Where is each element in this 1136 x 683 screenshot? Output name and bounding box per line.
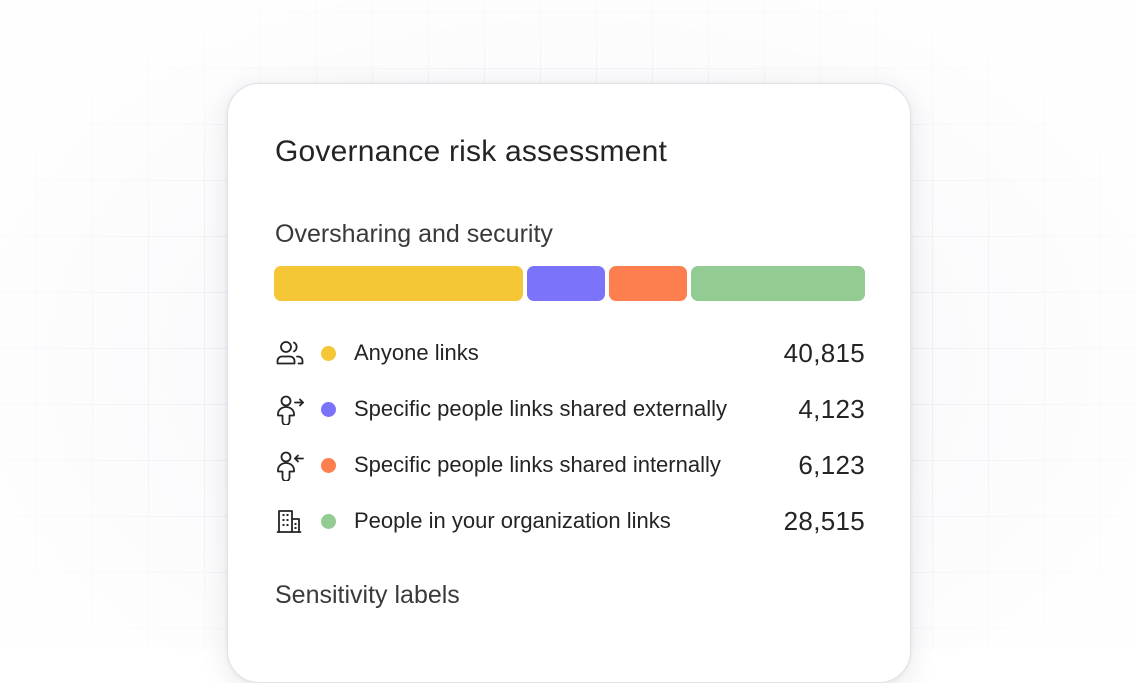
row-label: Specific people links shared internally <box>354 452 721 477</box>
row-value: 28,515 <box>783 505 865 536</box>
sensitivity-section-title: Sensitivity labels <box>275 581 460 609</box>
row-label: Specific people links shared externally <box>354 396 727 421</box>
row-value: 6,123 <box>798 449 865 480</box>
bar-segment-shared-internally[interactable] <box>609 266 687 301</box>
legend-dot <box>321 457 336 473</box>
legend-dot <box>321 345 336 361</box>
person-arrow-left-icon <box>274 449 306 481</box>
card-title: Governance risk assessment <box>275 135 668 168</box>
governance-card: Governance risk assessment Oversharing a… <box>227 83 911 683</box>
people-icon <box>274 337 306 369</box>
list-item-anyone-links[interactable]: Anyone links 40,815 <box>274 325 865 381</box>
bar-segment-shared-externally[interactable] <box>527 266 605 301</box>
legend-dot <box>321 513 336 529</box>
list-item-organization-links[interactable]: People in your organization links 28,515 <box>274 493 865 549</box>
legend-dot <box>321 401 336 417</box>
row-label: People in your organization links <box>354 508 671 533</box>
bar-segment-anyone-links[interactable] <box>274 266 523 301</box>
oversharing-section-title: Oversharing and security <box>275 220 553 248</box>
row-label: Anyone links <box>354 340 479 365</box>
oversharing-stacked-bar <box>274 266 865 301</box>
building-icon <box>274 505 306 537</box>
row-value: 4,123 <box>798 393 865 424</box>
list-item-shared-externally[interactable]: Specific people links shared externally … <box>274 381 865 437</box>
row-value: 40,815 <box>783 337 865 368</box>
person-arrow-right-icon <box>274 393 306 425</box>
list-item-shared-internally[interactable]: Specific people links shared internally … <box>274 437 865 493</box>
oversharing-list: Anyone links 40,815 Specific people link… <box>274 325 865 549</box>
bar-segment-organization-links[interactable] <box>691 266 865 301</box>
